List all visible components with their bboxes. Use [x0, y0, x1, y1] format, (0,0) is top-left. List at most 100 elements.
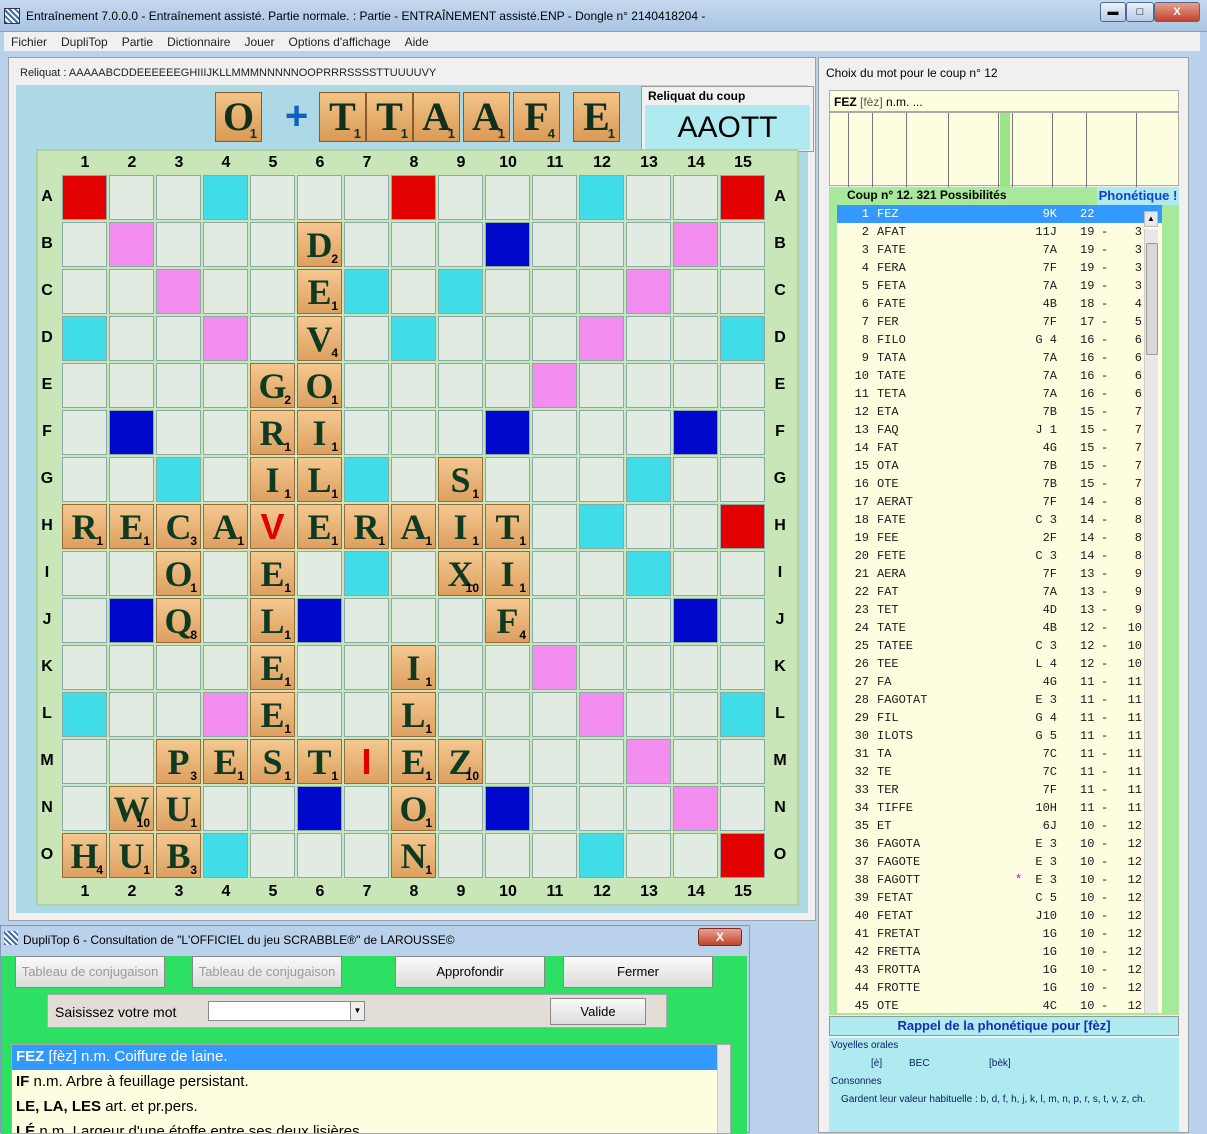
board-cell[interactable]: [391, 363, 436, 408]
board-cell[interactable]: [203, 786, 248, 831]
board-cell[interactable]: [673, 645, 718, 690]
board-cell[interactable]: [720, 786, 765, 831]
move-row[interactable]: 6 FATE 4B 18- 4: [837, 295, 1162, 313]
board-cell[interactable]: [532, 316, 577, 361]
move-row[interactable]: 28 FAGOTAT E 3 11-11: [837, 691, 1162, 709]
board-cell[interactable]: [673, 363, 718, 408]
definitions-list[interactable]: FEZ [fèz] n.m. Coiffure de laine. IF n.m.…: [11, 1044, 731, 1134]
board-cell[interactable]: [579, 222, 624, 267]
board-cell[interactable]: [62, 551, 107, 596]
definition-line[interactable]: LÉ n.m. Largeur d'une étoffe entre ses d…: [12, 1120, 730, 1133]
move-row[interactable]: 35 ET 6J 10- 12: [837, 817, 1162, 835]
board-cell[interactable]: [203, 410, 248, 455]
board-cell[interactable]: [203, 692, 248, 737]
move-row[interactable]: 11 TETA 7A 16- 6: [837, 385, 1162, 403]
board-cell[interactable]: [579, 504, 624, 549]
move-row[interactable]: 13 FAQ J 1 15- 7: [837, 421, 1162, 439]
board-cell[interactable]: [485, 269, 530, 314]
board-cell[interactable]: [485, 222, 530, 267]
board-cell[interactable]: [485, 457, 530, 502]
move-row[interactable]: 33 TER 7F 11-11: [837, 781, 1162, 799]
app-icon[interactable]: [4, 8, 20, 24]
board-cell[interactable]: [626, 786, 671, 831]
board-cell[interactable]: [532, 410, 577, 455]
move-row[interactable]: 38 FAGOTT E 3 10- 12 *: [837, 871, 1162, 889]
board-cell[interactable]: [156, 363, 201, 408]
board-cell[interactable]: [62, 363, 107, 408]
moves-list[interactable]: 1 FEZ 9K 22 2 AFAT 11J 19-3 3 FATE 7A 19-3 4 FERA 7F 19…: [837, 205, 1162, 1013]
board-cell[interactable]: [532, 551, 577, 596]
board-cell[interactable]: [62, 222, 107, 267]
menu-options-affichage[interactable]: Options d'affichage: [281, 32, 397, 49]
board-cell[interactable]: [720, 175, 765, 220]
board-cell[interactable]: [344, 692, 389, 737]
menu-jouer[interactable]: Jouer: [237, 32, 281, 49]
board-cell[interactable]: [673, 786, 718, 831]
definitions-scrollbar[interactable]: [717, 1045, 730, 1133]
move-row[interactable]: 27 FA 4G 11-11: [837, 673, 1162, 691]
move-row[interactable]: 12 ETA 7B 15- 7: [837, 403, 1162, 421]
board-cell[interactable]: [579, 269, 624, 314]
board-cell[interactable]: [532, 269, 577, 314]
menu-duplitop[interactable]: DupliTop: [54, 32, 115, 49]
board-cell[interactable]: [203, 551, 248, 596]
phonetique-button[interactable]: Phonétique !: [1097, 187, 1179, 205]
board-cell[interactable]: [391, 175, 436, 220]
board-cell[interactable]: [720, 410, 765, 455]
board-cell[interactable]: [62, 786, 107, 831]
moves-scrollbar[interactable]: [1144, 229, 1158, 1013]
board-cell[interactable]: [297, 692, 342, 737]
move-row[interactable]: 36 FAGOTA E 3 10- 12: [837, 835, 1162, 853]
board-cell[interactable]: [250, 833, 295, 878]
board-cell[interactable]: [626, 645, 671, 690]
board-cell[interactable]: [579, 598, 624, 643]
board-cell[interactable]: [109, 269, 154, 314]
board-cell[interactable]: [250, 269, 295, 314]
board-cell[interactable]: [62, 410, 107, 455]
board-cell[interactable]: [532, 786, 577, 831]
move-row[interactable]: 17 AERAT 7F 14- 8: [837, 493, 1162, 511]
board-cell[interactable]: [109, 316, 154, 361]
move-row[interactable]: 18 FATE C 3 14- 8: [837, 511, 1162, 529]
board-cell[interactable]: [579, 175, 624, 220]
move-row[interactable]: 9 TATA 7A 16- 6: [837, 349, 1162, 367]
board-cell[interactable]: [673, 833, 718, 878]
board-cell[interactable]: [485, 175, 530, 220]
board-cell[interactable]: [203, 222, 248, 267]
board-cell[interactable]: [250, 316, 295, 361]
board-cell[interactable]: [156, 222, 201, 267]
board-cell[interactable]: [720, 551, 765, 596]
menu-aide[interactable]: Aide: [398, 32, 436, 49]
board-cell[interactable]: [156, 316, 201, 361]
board-cell[interactable]: [344, 833, 389, 878]
move-row[interactable]: 3 FATE 7A 19- 3: [837, 241, 1162, 259]
board-cell[interactable]: [344, 175, 389, 220]
board-cell[interactable]: [673, 269, 718, 314]
board-cell[interactable]: [62, 316, 107, 361]
board-cell[interactable]: [626, 222, 671, 267]
board-cell[interactable]: [720, 598, 765, 643]
board-cell[interactable]: [485, 645, 530, 690]
move-row[interactable]: 8 FILO G 4 16- 6: [837, 331, 1162, 349]
board-cell[interactable]: [438, 222, 483, 267]
board-cell[interactable]: [62, 457, 107, 502]
scroll-thumb[interactable]: [1146, 243, 1158, 355]
board-cell[interactable]: [626, 739, 671, 784]
board-cell[interactable]: [673, 457, 718, 502]
definition-line[interactable]: FEZ [fèz] n.m. Coiffure de laine.: [12, 1045, 730, 1070]
board-cell[interactable]: [720, 504, 765, 549]
menu-partie[interactable]: Partie: [115, 32, 160, 49]
board-cell[interactable]: [250, 222, 295, 267]
board-cell[interactable]: [156, 645, 201, 690]
move-row[interactable]: 29 FIL G 4 11-11: [837, 709, 1162, 727]
board-cell[interactable]: [391, 457, 436, 502]
board-cell[interactable]: [62, 645, 107, 690]
move-row[interactable]: 30 ILOTS G 5 11-11: [837, 727, 1162, 745]
move-row[interactable]: 34 TIFFE 10H 11-11: [837, 799, 1162, 817]
board-cell[interactable]: [438, 363, 483, 408]
board-cell[interactable]: [203, 833, 248, 878]
rack-tile[interactable]: F4: [513, 92, 560, 142]
move-row[interactable]: 1 FEZ 9K 22: [837, 205, 1162, 223]
board-cell[interactable]: [485, 739, 530, 784]
board-cell[interactable]: [579, 457, 624, 502]
